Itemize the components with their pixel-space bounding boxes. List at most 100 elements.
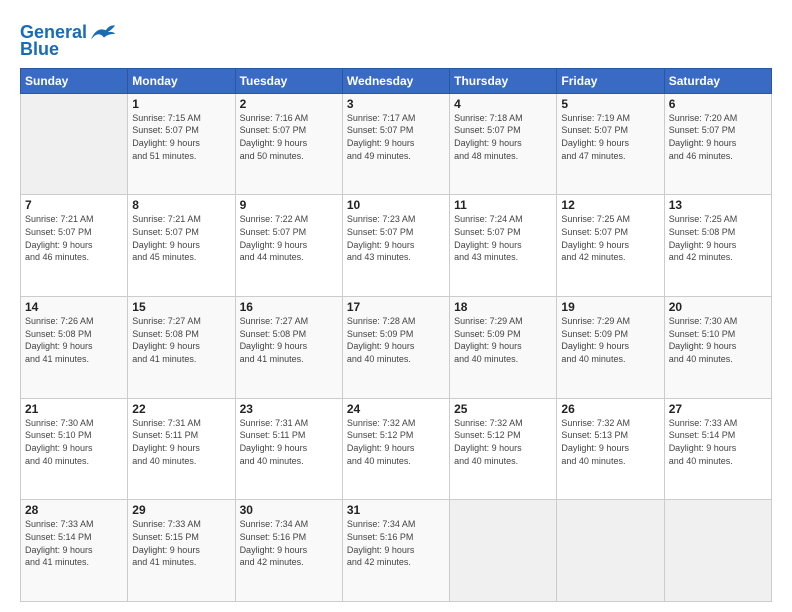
day-info: Sunrise: 7:30 AMSunset: 5:10 PMDaylight:…	[669, 315, 767, 365]
calendar-cell: 28Sunrise: 7:33 AMSunset: 5:14 PMDayligh…	[21, 500, 128, 602]
calendar-cell	[664, 500, 771, 602]
day-info: Sunrise: 7:25 AMSunset: 5:08 PMDaylight:…	[669, 213, 767, 263]
day-info: Sunrise: 7:33 AMSunset: 5:14 PMDaylight:…	[669, 417, 767, 467]
calendar-cell: 9Sunrise: 7:22 AMSunset: 5:07 PMDaylight…	[235, 195, 342, 297]
calendar-cell: 4Sunrise: 7:18 AMSunset: 5:07 PMDaylight…	[450, 93, 557, 195]
calendar-cell: 8Sunrise: 7:21 AMSunset: 5:07 PMDaylight…	[128, 195, 235, 297]
day-number: 7	[25, 198, 123, 212]
calendar-cell: 24Sunrise: 7:32 AMSunset: 5:12 PMDayligh…	[342, 398, 449, 500]
day-number: 28	[25, 503, 123, 517]
logo: General Blue	[20, 22, 117, 60]
calendar-week-1: 1Sunrise: 7:15 AMSunset: 5:07 PMDaylight…	[21, 93, 772, 195]
header: General Blue	[20, 18, 772, 60]
day-info: Sunrise: 7:17 AMSunset: 5:07 PMDaylight:…	[347, 112, 445, 162]
day-header-sunday: Sunday	[21, 68, 128, 93]
calendar-week-5: 28Sunrise: 7:33 AMSunset: 5:14 PMDayligh…	[21, 500, 772, 602]
day-number: 10	[347, 198, 445, 212]
day-number: 16	[240, 300, 338, 314]
day-number: 2	[240, 97, 338, 111]
day-number: 24	[347, 402, 445, 416]
day-number: 31	[347, 503, 445, 517]
day-info: Sunrise: 7:19 AMSunset: 5:07 PMDaylight:…	[561, 112, 659, 162]
day-info: Sunrise: 7:31 AMSunset: 5:11 PMDaylight:…	[240, 417, 338, 467]
day-info: Sunrise: 7:29 AMSunset: 5:09 PMDaylight:…	[561, 315, 659, 365]
day-number: 18	[454, 300, 552, 314]
calendar-week-4: 21Sunrise: 7:30 AMSunset: 5:10 PMDayligh…	[21, 398, 772, 500]
day-number: 27	[669, 402, 767, 416]
day-info: Sunrise: 7:30 AMSunset: 5:10 PMDaylight:…	[25, 417, 123, 467]
calendar-cell: 21Sunrise: 7:30 AMSunset: 5:10 PMDayligh…	[21, 398, 128, 500]
logo-bird-icon	[89, 22, 117, 44]
day-header-monday: Monday	[128, 68, 235, 93]
day-number: 30	[240, 503, 338, 517]
day-number: 1	[132, 97, 230, 111]
day-info: Sunrise: 7:27 AMSunset: 5:08 PMDaylight:…	[240, 315, 338, 365]
calendar-cell	[21, 93, 128, 195]
calendar-table: SundayMondayTuesdayWednesdayThursdayFrid…	[20, 68, 772, 602]
day-info: Sunrise: 7:18 AMSunset: 5:07 PMDaylight:…	[454, 112, 552, 162]
day-info: Sunrise: 7:28 AMSunset: 5:09 PMDaylight:…	[347, 315, 445, 365]
calendar-cell: 3Sunrise: 7:17 AMSunset: 5:07 PMDaylight…	[342, 93, 449, 195]
calendar-cell: 1Sunrise: 7:15 AMSunset: 5:07 PMDaylight…	[128, 93, 235, 195]
day-number: 12	[561, 198, 659, 212]
day-number: 11	[454, 198, 552, 212]
day-number: 5	[561, 97, 659, 111]
calendar-cell: 5Sunrise: 7:19 AMSunset: 5:07 PMDaylight…	[557, 93, 664, 195]
calendar-cell: 16Sunrise: 7:27 AMSunset: 5:08 PMDayligh…	[235, 297, 342, 399]
day-info: Sunrise: 7:33 AMSunset: 5:14 PMDaylight:…	[25, 518, 123, 568]
day-info: Sunrise: 7:26 AMSunset: 5:08 PMDaylight:…	[25, 315, 123, 365]
day-number: 19	[561, 300, 659, 314]
day-info: Sunrise: 7:15 AMSunset: 5:07 PMDaylight:…	[132, 112, 230, 162]
calendar-cell	[557, 500, 664, 602]
calendar-cell: 18Sunrise: 7:29 AMSunset: 5:09 PMDayligh…	[450, 297, 557, 399]
logo-text-blue: Blue	[20, 40, 59, 60]
calendar-cell: 17Sunrise: 7:28 AMSunset: 5:09 PMDayligh…	[342, 297, 449, 399]
calendar-cell: 13Sunrise: 7:25 AMSunset: 5:08 PMDayligh…	[664, 195, 771, 297]
day-number: 22	[132, 402, 230, 416]
calendar-cell	[450, 500, 557, 602]
calendar-cell: 27Sunrise: 7:33 AMSunset: 5:14 PMDayligh…	[664, 398, 771, 500]
calendar-cell: 6Sunrise: 7:20 AMSunset: 5:07 PMDaylight…	[664, 93, 771, 195]
day-info: Sunrise: 7:32 AMSunset: 5:12 PMDaylight:…	[347, 417, 445, 467]
calendar-cell: 26Sunrise: 7:32 AMSunset: 5:13 PMDayligh…	[557, 398, 664, 500]
day-header-saturday: Saturday	[664, 68, 771, 93]
day-number: 3	[347, 97, 445, 111]
day-number: 14	[25, 300, 123, 314]
day-info: Sunrise: 7:27 AMSunset: 5:08 PMDaylight:…	[132, 315, 230, 365]
day-info: Sunrise: 7:21 AMSunset: 5:07 PMDaylight:…	[132, 213, 230, 263]
day-header-tuesday: Tuesday	[235, 68, 342, 93]
day-info: Sunrise: 7:32 AMSunset: 5:13 PMDaylight:…	[561, 417, 659, 467]
day-info: Sunrise: 7:23 AMSunset: 5:07 PMDaylight:…	[347, 213, 445, 263]
day-info: Sunrise: 7:24 AMSunset: 5:07 PMDaylight:…	[454, 213, 552, 263]
day-number: 17	[347, 300, 445, 314]
day-info: Sunrise: 7:29 AMSunset: 5:09 PMDaylight:…	[454, 315, 552, 365]
calendar-cell: 10Sunrise: 7:23 AMSunset: 5:07 PMDayligh…	[342, 195, 449, 297]
day-number: 6	[669, 97, 767, 111]
calendar-cell: 7Sunrise: 7:21 AMSunset: 5:07 PMDaylight…	[21, 195, 128, 297]
day-info: Sunrise: 7:20 AMSunset: 5:07 PMDaylight:…	[669, 112, 767, 162]
day-info: Sunrise: 7:34 AMSunset: 5:16 PMDaylight:…	[347, 518, 445, 568]
day-number: 21	[25, 402, 123, 416]
day-info: Sunrise: 7:21 AMSunset: 5:07 PMDaylight:…	[25, 213, 123, 263]
day-info: Sunrise: 7:33 AMSunset: 5:15 PMDaylight:…	[132, 518, 230, 568]
day-header-wednesday: Wednesday	[342, 68, 449, 93]
calendar-cell: 23Sunrise: 7:31 AMSunset: 5:11 PMDayligh…	[235, 398, 342, 500]
calendar-cell: 15Sunrise: 7:27 AMSunset: 5:08 PMDayligh…	[128, 297, 235, 399]
day-number: 20	[669, 300, 767, 314]
calendar-cell: 20Sunrise: 7:30 AMSunset: 5:10 PMDayligh…	[664, 297, 771, 399]
calendar-cell: 14Sunrise: 7:26 AMSunset: 5:08 PMDayligh…	[21, 297, 128, 399]
day-info: Sunrise: 7:31 AMSunset: 5:11 PMDaylight:…	[132, 417, 230, 467]
calendar-cell: 29Sunrise: 7:33 AMSunset: 5:15 PMDayligh…	[128, 500, 235, 602]
day-info: Sunrise: 7:34 AMSunset: 5:16 PMDaylight:…	[240, 518, 338, 568]
page: General Blue SundayMondayTuesdayWednesda…	[0, 0, 792, 612]
day-number: 29	[132, 503, 230, 517]
day-info: Sunrise: 7:16 AMSunset: 5:07 PMDaylight:…	[240, 112, 338, 162]
day-info: Sunrise: 7:22 AMSunset: 5:07 PMDaylight:…	[240, 213, 338, 263]
day-number: 26	[561, 402, 659, 416]
day-number: 13	[669, 198, 767, 212]
calendar-cell: 19Sunrise: 7:29 AMSunset: 5:09 PMDayligh…	[557, 297, 664, 399]
calendar-cell: 2Sunrise: 7:16 AMSunset: 5:07 PMDaylight…	[235, 93, 342, 195]
calendar-week-2: 7Sunrise: 7:21 AMSunset: 5:07 PMDaylight…	[21, 195, 772, 297]
day-number: 4	[454, 97, 552, 111]
calendar-cell: 22Sunrise: 7:31 AMSunset: 5:11 PMDayligh…	[128, 398, 235, 500]
